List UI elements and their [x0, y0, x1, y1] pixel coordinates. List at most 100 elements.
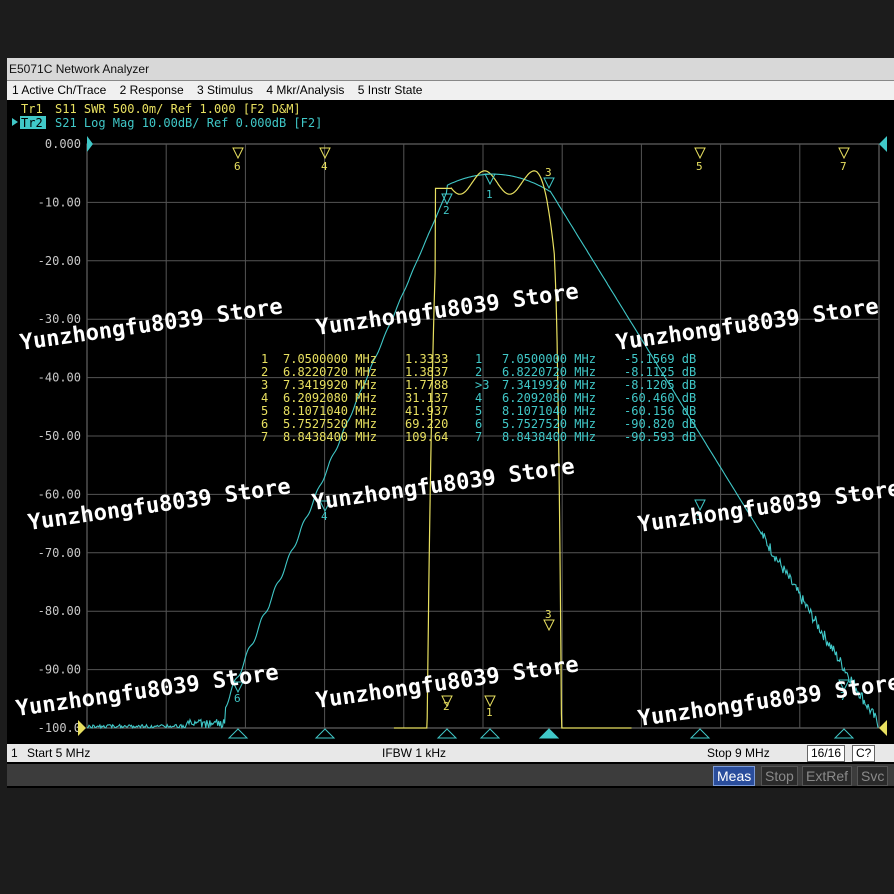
- marker-table-s11-row-freq: 7.3419920 MHz: [283, 378, 377, 392]
- marker-table-s21-row-num: >3: [475, 378, 489, 392]
- y-axis-label: -70.00: [38, 546, 81, 560]
- measurement-screen[interactable]: Tr1 S11 SWR 500.0m/ Ref 1.000 [F2 D&M] T…: [7, 100, 894, 750]
- marker-table-s11-row-num: 3: [261, 378, 268, 392]
- marker-table-s11-row-value: 1.3333: [405, 352, 448, 366]
- y-axis-label: -80.00: [38, 604, 81, 618]
- marker-table-s11-row-num: 6: [261, 417, 268, 431]
- y-axis-label: -50.00: [38, 429, 81, 443]
- marker-table-s21-row-freq: 6.8220720 MHz: [502, 365, 596, 379]
- trace-2-label[interactable]: Tr2: [21, 116, 43, 130]
- marker-table-s21-row-freq: 6.2092080 MHz: [502, 391, 596, 405]
- trace-1-label[interactable]: Tr1: [21, 102, 43, 116]
- menu-instr-state[interactable]: 5 Instr State: [353, 81, 428, 100]
- status-bar: 1 Start 5 MHz IFBW 1 kHz Stop 9 MHz 16/1…: [7, 744, 894, 762]
- marker-table-s21-row-freq: 7.3419920 MHz: [502, 378, 596, 392]
- y-axis-label: -10.00: [38, 195, 81, 209]
- marker-3-s21[interactable]: 3: [545, 166, 552, 179]
- marker-1-s11[interactable]: 1: [486, 706, 493, 719]
- marker-table-s11-row-freq: 5.7527520 MHz: [283, 417, 377, 431]
- marker-table-s21-row-freq: 8.1071040 MHz: [502, 404, 596, 418]
- marker-table-s21-row-value: -60.156 dB: [624, 404, 696, 418]
- scale-arrow-left: [78, 720, 86, 736]
- top-marker-6[interactable]: 6: [234, 160, 241, 173]
- watermark-2: Yunzhongfu8039 Store: [314, 279, 580, 341]
- marker-table-s21-row-value: -8.1125 dB: [624, 365, 696, 379]
- ref-arrow-left: [87, 136, 93, 152]
- marker-table-s11-row-freq: 6.8220720 MHz: [283, 365, 377, 379]
- extref-button[interactable]: ExtRef: [802, 766, 853, 786]
- ifbw[interactable]: IFBW 1 kHz: [382, 744, 446, 762]
- watermark-9: Yunzhongfu8039 Store: [636, 670, 894, 732]
- marker-table-s21-row-num: 4: [475, 391, 482, 405]
- meas-button[interactable]: Meas: [713, 766, 756, 786]
- marker-table-s21-row-num: 6: [475, 417, 482, 431]
- menu-bar: 1 Active Ch/Trace 2 Response 3 Stimulus …: [7, 81, 894, 101]
- marker-table-s11-row-num: 4: [261, 391, 268, 405]
- marker-table-s11-row-value: 31.137: [405, 391, 448, 405]
- scale-arrow-right: [879, 720, 887, 736]
- top-marker-7[interactable]: 7: [840, 160, 847, 173]
- marker-table-s11-row-num: 1: [261, 352, 268, 366]
- marker-table-s21-row-value: -90.820 dB: [624, 417, 696, 431]
- bottom-marker-triangles: [227, 728, 855, 739]
- marker-table-s21-row-value: -8.1205 dB: [624, 378, 696, 392]
- trace-s11-swr: [393, 170, 632, 729]
- start-frequency[interactable]: Start 5 MHz: [27, 744, 90, 762]
- marker-table-s21-row-value: -90.593 dB: [624, 430, 696, 444]
- top-marker-5[interactable]: 5: [696, 160, 703, 173]
- marker-table-s11-row-value: 69.220: [405, 417, 448, 431]
- marker-table-s21-row-freq: 8.8438400 MHz: [502, 430, 596, 444]
- marker-table-s11-row-num: 5: [261, 404, 268, 418]
- marker-table-s11-row-value: 41.937: [405, 404, 448, 418]
- menu-active-ch-trace[interactable]: 1 Active Ch/Trace: [7, 81, 111, 100]
- marker-table-s11-row-value: 1.3837: [405, 365, 448, 379]
- stop-frequency[interactable]: Stop 9 MHz: [707, 744, 770, 762]
- marker-table-s11-row-num: 7: [261, 430, 268, 444]
- y-axis-label: -40.00: [38, 371, 81, 385]
- marker-table-s11: 1 7.0500000 MHz 1.3333 2 6.8220720 MHz 1.3837…: [261, 352, 448, 444]
- watermarks: Yunzhongfu8039 Store Yunzhongfu8039 Stor…: [14, 279, 894, 732]
- y-axis-label: -20.00: [38, 254, 81, 268]
- svc-button[interactable]: Svc: [857, 766, 889, 786]
- watermark-1: Yunzhongfu8039 Store: [18, 294, 284, 356]
- marker-3-s11[interactable]: 3: [545, 608, 552, 621]
- trace-2-settings: S21 Log Mag 10.00dB/ Ref 0.000dB [F2]: [55, 116, 322, 130]
- marker-2-s21[interactable]: 2: [443, 204, 450, 217]
- y-axis-label: -100.0: [38, 721, 81, 735]
- top-marker-4[interactable]: 4: [321, 160, 328, 173]
- menu-mkr-analysis[interactable]: 4 Mkr/Analysis: [261, 81, 349, 100]
- menu-response[interactable]: 2 Response: [115, 81, 189, 100]
- y-axis-label: 0.000: [45, 137, 81, 151]
- marker-table-s21-row-value: -60.460 dB: [624, 391, 696, 405]
- active-trace-arrow: [12, 118, 18, 126]
- marker-table-s21-row-freq: 7.0500000 MHz: [502, 352, 596, 366]
- marker-table-s21-row-num: 2: [475, 365, 482, 379]
- marker-table-s11-row-freq: 8.8438400 MHz: [283, 430, 377, 444]
- window-title: E5071C Network Analyzer: [9, 62, 150, 76]
- watermark-4: Yunzhongfu8039 Store: [26, 474, 292, 536]
- watermark-6: Yunzhongfu8039 Store: [636, 476, 894, 538]
- channel-indicator[interactable]: 1: [11, 744, 18, 762]
- softkey-bar: Meas Stop ExtRef Svc: [7, 764, 894, 786]
- top-marker-flags: 6 4 5 7: [232, 147, 850, 173]
- watermark-3: Yunzhongfu8039 Store: [614, 294, 880, 356]
- marker-table-s11-row-value: 1.7788: [405, 378, 448, 392]
- y-axis-labels: 0.000-10.00-20.00-30.00-40.00-50.00-60.0…: [38, 137, 81, 735]
- marker-table-s11-row-value: 109.64: [405, 430, 448, 444]
- marker-table-s21-row-num: 5: [475, 404, 482, 418]
- ref-arrow-right: [879, 136, 887, 152]
- cal-indicator: C?: [852, 745, 876, 762]
- y-axis-label: -90.00: [38, 663, 81, 677]
- stop-button[interactable]: Stop: [761, 766, 798, 786]
- marker-2-s11[interactable]: 2: [443, 700, 450, 713]
- graticule: [87, 144, 879, 728]
- menu-stimulus[interactable]: 3 Stimulus: [192, 81, 258, 100]
- trace-display[interactable]: Tr1 S11 SWR 500.0m/ Ref 1.000 [F2 D&M] T…: [7, 100, 894, 750]
- marker-table-s11-row-num: 2: [261, 365, 268, 379]
- marker-table-s21-row-value: -5.1569 dB: [624, 352, 696, 366]
- marker-1-s21[interactable]: 1: [486, 188, 493, 201]
- marker-6-s21[interactable]: 6: [234, 692, 241, 705]
- marker-table-s21: 1 7.0500000 MHz -5.1569 dB 2 6.8220720 MHz -8…: [475, 352, 696, 444]
- y-axis-label: -60.00: [38, 487, 81, 501]
- marker-table-s21-row-num: 7: [475, 430, 482, 444]
